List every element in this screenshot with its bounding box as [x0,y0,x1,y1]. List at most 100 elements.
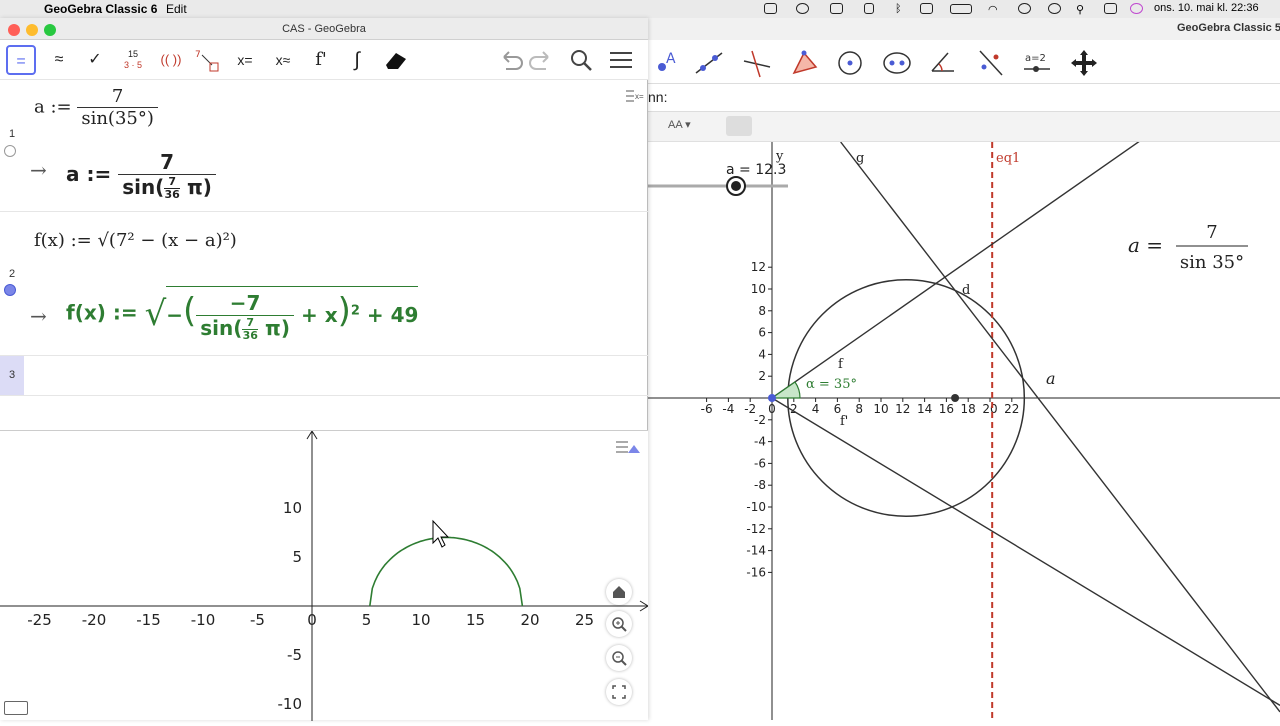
undo-icon[interactable] [496,45,526,75]
graphics2-canvas[interactable]: -25 -20 -15 -10 -5 0 5 10 15 20 25 10 5 -5 -10 [0,430,649,721]
y-tick-label: 5 [292,548,302,566]
x-tick-label: 0 [307,611,317,629]
angle-sector [770,381,801,399]
cas-output-2: f(x) := √−(−7 sin(7 36 π) + x)2 + 49 [66,286,419,342]
label-a: a [1046,369,1056,388]
redo-icon[interactable] [526,45,556,75]
label-eq1: eq1 [996,151,1020,166]
x-tick-label: 10 [411,611,430,629]
x-tick-label: 20 [520,611,539,629]
status-icon[interactable] [830,3,843,14]
reflect-tool-icon[interactable] [974,47,1008,79]
cas-input-2[interactable]: f(x) := √(7² − (x − a)²) [34,230,237,251]
delete-icon[interactable] [380,45,410,75]
cas-input-1[interactable]: a := 7 sin(35°) [34,86,158,129]
perpendicular-tool-icon[interactable] [740,47,774,79]
factor-button[interactable]: 15 3 · 5 [118,45,148,75]
origin-point [768,394,776,402]
window-titlebar: GeoGebra Classic 5 [648,18,1280,40]
input-bar[interactable]: nn: [648,84,1280,112]
move-view-tool-icon[interactable] [1068,47,1102,79]
graphics-canvas[interactable]: -6 -4 -2 0 2 4 6 8 10 12 14 16 18 20 2212108642-2-4-6-… [648,111,1280,720]
text-size-button[interactable]: AA ▾ [668,118,712,136]
status-icon[interactable] [864,3,874,14]
svg-text:A: A [666,51,676,67]
cas-row-1[interactable]: 1 x= a := 7 sin(35°) → a := 7 sin(7 36 π) [0,80,648,212]
formula-lhs: a = [1128,233,1163,257]
den-text: sin( [122,175,165,199]
status-icon[interactable] [796,3,809,14]
menu-icon[interactable] [606,45,636,75]
tangent-fprime [771,397,1280,706]
cas-titlebar: CAS - GeoGebra [0,18,648,40]
svg-text:a=2: a=2 [1025,53,1046,64]
y-tick-label: 10 [751,282,766,296]
slider-tool-icon[interactable]: a=2 [1020,47,1054,79]
y-tick-label: -12 [746,522,766,536]
x-tick-label: 18 [961,402,976,416]
numeric-button[interactable]: ≈ [44,45,74,75]
point-tool-icon[interactable]: A [650,47,684,79]
derivative-button[interactable]: f' [306,45,336,75]
label-f: f [838,357,844,372]
visibility-toggle[interactable] [4,145,16,157]
control-center-icon[interactable] [1104,3,1117,14]
x-tick-label: 15 [466,611,485,629]
siri-icon[interactable] [1130,3,1143,14]
x-tick-label: -5 [250,611,265,629]
pin-icon[interactable] [726,116,752,136]
fullscreen-icon[interactable] [606,679,632,705]
graphics-view[interactable]: -6 -4 -2 0 2 4 6 8 10 12 14 16 18 20 22 12 10 8 6 4 2 -2 -4 -6-… [648,111,1280,720]
solve-numerically-button[interactable]: x≈ [268,45,298,75]
x-tick-label: 20 [982,402,997,416]
cas-row-3[interactable]: 3 [0,356,648,396]
style-menu-icon[interactable] [612,437,642,457]
visibility-toggle[interactable] [4,284,16,296]
solve-button[interactable]: x= [230,45,260,75]
svg-text:7: 7 [195,50,201,60]
status-icon[interactable] [920,3,933,14]
label-g: g [856,151,864,166]
keyboard-icon[interactable] [4,701,28,715]
sort-icon[interactable]: x= [624,86,644,106]
cas-row-2[interactable]: 2 f(x) := √(7² − (x − a)²) → f(x) := √−(… [0,212,648,356]
y-tick-label: -8 [754,478,766,492]
search-icon[interactable] [566,45,596,75]
keep-input-button[interactable]: ✓ [80,45,110,75]
x-tick-label: 25 [575,611,594,629]
polygon-tool-icon[interactable] [788,47,822,79]
ellipse-tool-icon[interactable] [880,47,914,79]
clock-icon[interactable] [1048,3,1061,14]
user-icon[interactable] [1018,3,1031,14]
search-icon[interactable]: ⚲ [1076,3,1089,16]
input-label: nn: [648,89,668,105]
status-icon[interactable] [764,3,777,14]
y-tick-label: 10 [283,499,302,517]
y-tick-label: -6 [754,456,766,470]
y-tick-label: -2 [754,413,766,427]
bluetooth-icon[interactable]: ᛒ [895,3,908,15]
substitute-icon[interactable]: 7 [192,45,222,75]
home-icon[interactable] [606,579,632,605]
circle-tool-icon[interactable] [834,47,868,79]
zoom-in-icon[interactable] [606,611,632,637]
battery-icon[interactable] [950,4,972,14]
evaluate-button[interactable]: = [6,45,36,75]
label-fprime: f' [840,414,848,429]
edit-menu[interactable]: Edit [166,2,187,16]
graphics2-view[interactable]: -25 -20 -15 -10 -5 0 5 10 15 20 25 10 5 -5 -10 [0,430,649,721]
expand-button[interactable]: (( )) [156,45,186,75]
x-tick-label: 14 [917,402,932,416]
app-menu[interactable]: GeoGebra Classic 6 [44,2,157,16]
wifi-icon[interactable]: ◠ [988,3,1001,16]
integral-button[interactable]: ∫ [342,45,372,75]
x-tick-label: -15 [136,611,161,629]
lhs: f(x) := [66,300,138,325]
geogebra-classic5-window: GeoGebra Classic 5 A a=2 nn: AA ▾ -6 -4 -2… [648,18,1280,720]
angle-tool-icon[interactable] [926,47,960,79]
line-tool-icon[interactable] [692,47,726,79]
x-tick-label: 16 [939,402,954,416]
x-tick-label: 5 [362,611,372,629]
zoom-out-icon[interactable] [606,645,632,671]
y-tick-label: -14 [746,544,766,558]
